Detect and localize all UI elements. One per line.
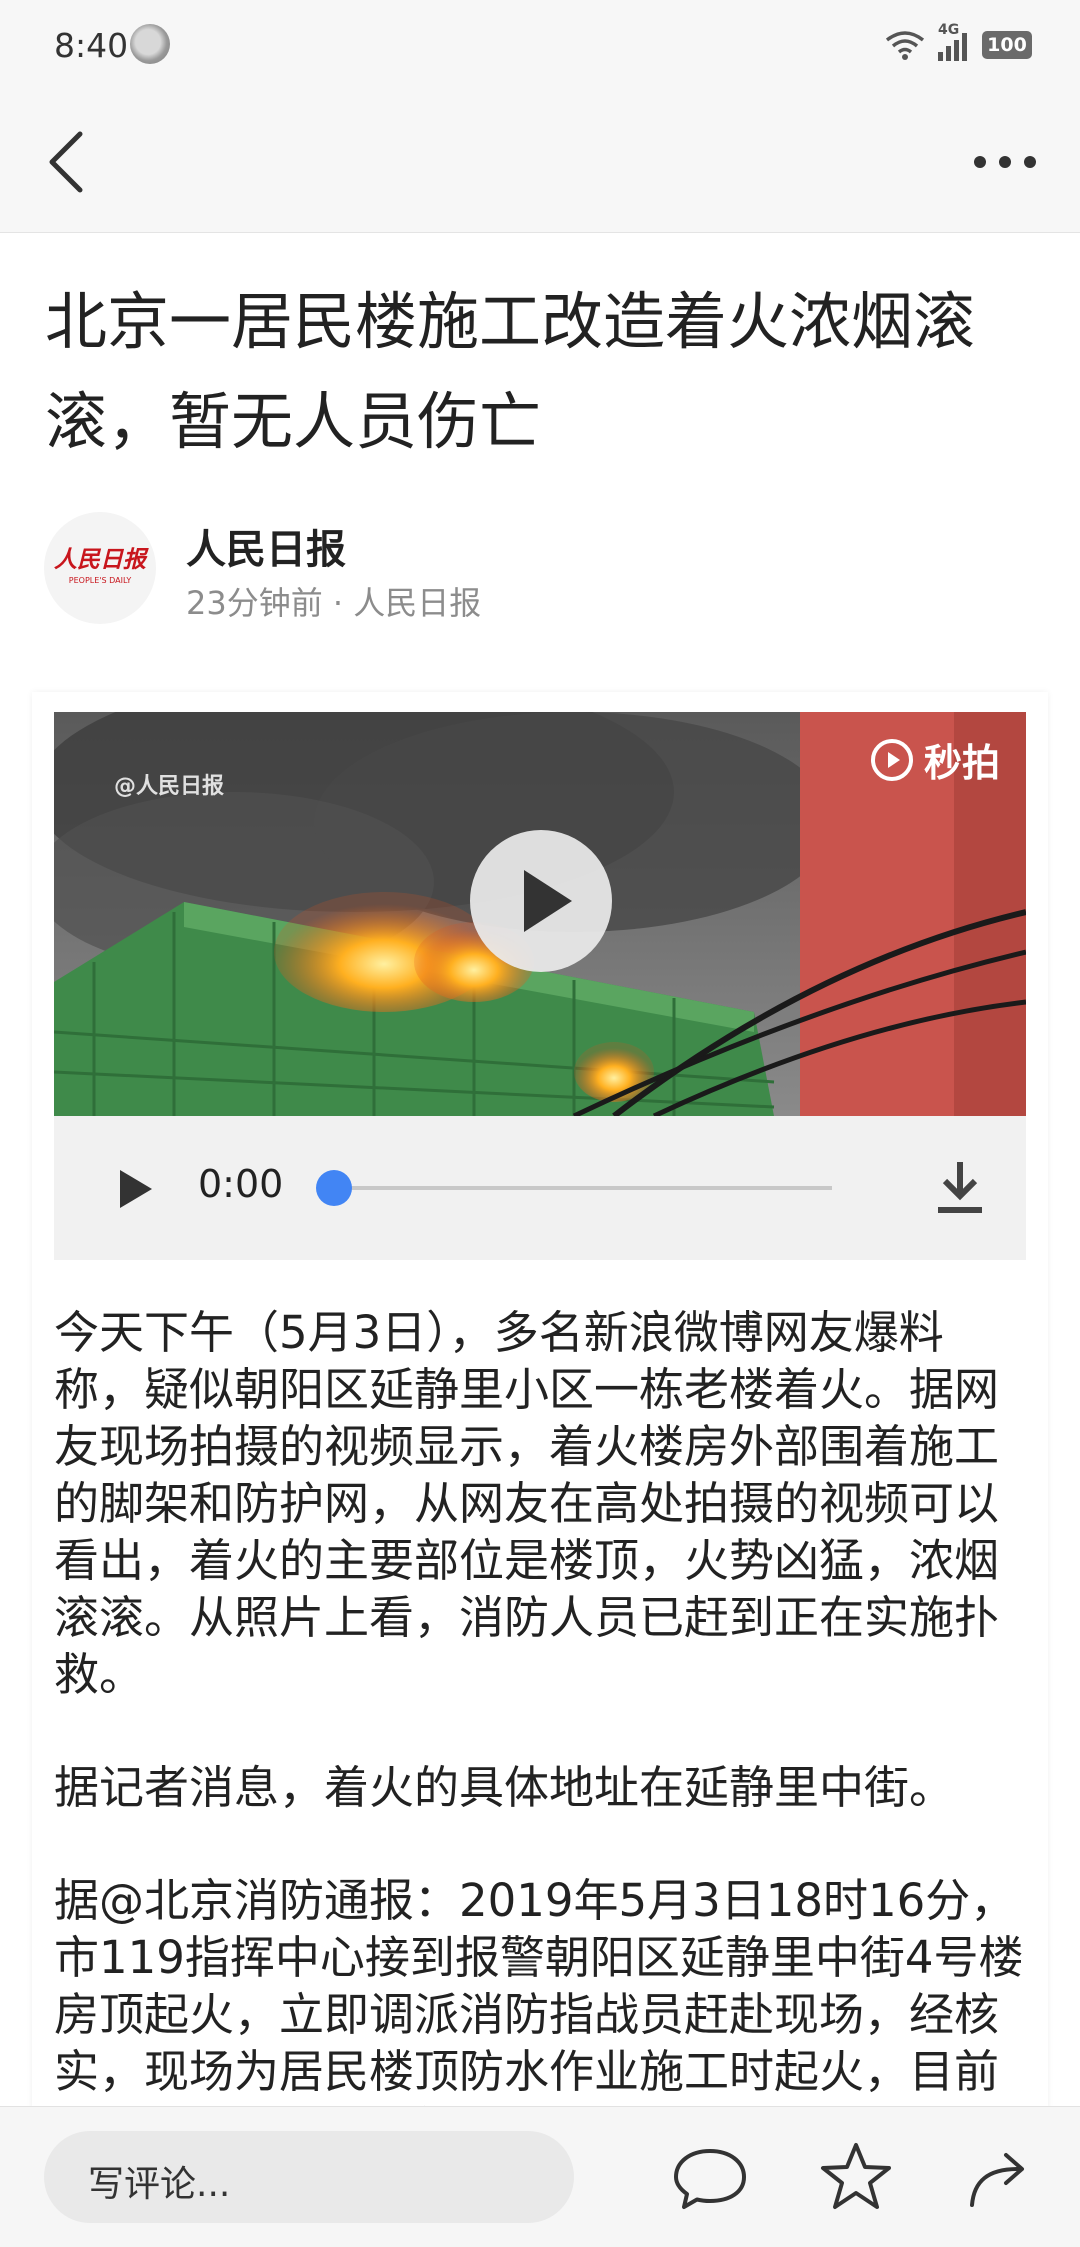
- share-icon: [970, 2153, 1024, 2207]
- player-current-time: 0:00: [198, 1162, 284, 1206]
- status-time: 8:40: [54, 26, 129, 65]
- comment-input[interactable]: 写评论...: [44, 2131, 574, 2223]
- play-icon: [120, 1170, 152, 1208]
- download-button[interactable]: [930, 1156, 990, 1220]
- article-title: 北京一居民楼施工改造着火浓烟滚滚，暂无人员伤亡: [45, 285, 976, 458]
- watermark-right: 秒拍: [868, 732, 1000, 787]
- logo-text-cn: 人民日报: [54, 546, 146, 573]
- miaopai-logo-icon: [871, 738, 913, 781]
- battery-icon: 100: [982, 31, 1032, 59]
- source-meta: 23分钟前 · 人民日报: [186, 584, 482, 622]
- body-paragraph: 据记者消息，着火的具体地址在延静里中街。: [54, 1761, 955, 1814]
- player-play-button[interactable]: [110, 1164, 160, 1214]
- progress-slider[interactable]: [316, 1170, 832, 1206]
- signal-indicator: 4G: [936, 22, 972, 62]
- progress-knob[interactable]: [316, 1170, 352, 1206]
- media-player-bar: 0:00: [54, 1116, 1026, 1260]
- logo-text-en: PEOPLE'S DAILY: [68, 576, 132, 585]
- comment-placeholder: 写评论...: [88, 2164, 231, 2205]
- star-icon: [821, 2143, 891, 2209]
- wifi-icon: [885, 31, 925, 60]
- source-logo[interactable]: 人民日报 PEOPLE'S DAILY: [44, 512, 156, 624]
- status-bar: 8:40 4G 100: [0, 0, 1080, 92]
- loading-spinner-icon: [130, 24, 170, 64]
- body-paragraph: 今天下午（5月3日），多名新浪微博网友爆料称，疑似朝阳区延静里小区一栋老楼着火。…: [54, 1306, 1000, 1701]
- watermark-right-text: 秒拍: [924, 741, 1001, 785]
- battery-level: 100: [987, 34, 1027, 56]
- bottom-action-bar: 写评论...: [0, 2106, 1080, 2247]
- signal-icon: [938, 33, 967, 61]
- comment-icon: [674, 2149, 746, 2209]
- watermark-left: @人民日报: [114, 774, 225, 799]
- comment-button[interactable]: [670, 2137, 750, 2217]
- chevron-left-icon: [49, 131, 83, 193]
- back-button[interactable]: [38, 122, 118, 202]
- more-horizontal-icon: [974, 156, 1036, 168]
- article-body: 今天下午（5月3日），多名新浪微博网友爆料称，疑似朝阳区延静里小区一栋老楼着火。…: [54, 1304, 1026, 2213]
- video-play-button[interactable]: [470, 830, 612, 972]
- play-icon: [524, 870, 572, 932]
- source-name[interactable]: 人民日报: [186, 517, 346, 575]
- download-icon: [938, 1162, 982, 1213]
- favorite-button[interactable]: [816, 2137, 896, 2217]
- nav-bar: [0, 92, 1080, 233]
- share-button[interactable]: [960, 2137, 1040, 2217]
- status-indicators: 4G 100: [884, 22, 1032, 62]
- more-button[interactable]: [960, 122, 1050, 202]
